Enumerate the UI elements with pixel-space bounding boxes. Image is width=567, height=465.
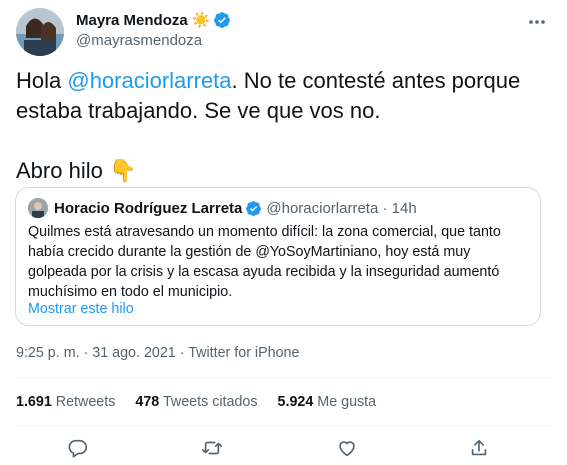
quote-tweets-count: 478 <box>135 394 160 410</box>
quote-tweets-label: Tweets citados <box>162 394 258 410</box>
author-name[interactable]: Mayra Mendoza <box>76 12 188 29</box>
quoted-meta: @horaciorlarreta · 14h <box>266 199 417 217</box>
action-bar <box>0 437 567 461</box>
quoted-tweet[interactable]: Horacio Rodríguez Larreta @horaciorlarre… <box>15 187 541 326</box>
retweet-icon[interactable] <box>201 437 223 459</box>
divider <box>16 425 551 426</box>
tweet-detail: Mayra Mendoza ☀️ @mayrasmendoza Hola @ho… <box>0 0 567 465</box>
author-handle[interactable]: @mayrasmendoza <box>76 32 231 49</box>
retweets-count: 1.691 <box>16 394 52 410</box>
likes-stat[interactable]: 5.924 Me gusta <box>278 394 377 410</box>
quote-tweets-stat[interactable]: 478 Tweets citados <box>135 394 257 410</box>
more-icon[interactable] <box>527 12 547 37</box>
share-icon[interactable] <box>468 437 490 459</box>
quoted-author-name[interactable]: Horacio Rodríguez Larreta <box>54 200 242 217</box>
like-icon[interactable] <box>336 437 358 459</box>
tweet-second-line: Abro hilo 👇 <box>16 158 137 183</box>
tweet-text: Hola @horaciorlarreta. No te contesté an… <box>16 66 546 186</box>
likes-label: Me gusta <box>317 394 377 410</box>
divider <box>16 377 551 378</box>
verified-badge-icon <box>214 12 231 28</box>
retweets-stat[interactable]: 1.691 Retweets <box>16 394 115 410</box>
retweets-label: Retweets <box>55 394 116 410</box>
verified-badge-icon <box>246 200 262 216</box>
show-thread-link[interactable]: Mostrar este hilo <box>28 301 134 317</box>
sun-emoji: ☀️ <box>191 12 211 29</box>
quoted-text: Quilmes está atravesando un momento difí… <box>28 224 501 300</box>
author-avatar[interactable] <box>16 8 64 56</box>
reply-icon[interactable] <box>67 437 89 459</box>
engagement-stats: 1.691 Retweets 478 Tweets citados 5.924 … <box>16 394 396 410</box>
mention-link[interactable]: @horaciorlarreta <box>67 68 231 93</box>
quoted-author-avatar[interactable] <box>28 198 48 218</box>
author-block[interactable]: Mayra Mendoza ☀️ @mayrasmendoza <box>76 10 231 49</box>
tweet-timestamp[interactable]: 9:25 p. m. · 31 ago. 2021 · Twitter for … <box>16 345 299 361</box>
likes-count: 5.924 <box>277 394 314 410</box>
tweet-text-prefix: Hola <box>16 68 68 93</box>
